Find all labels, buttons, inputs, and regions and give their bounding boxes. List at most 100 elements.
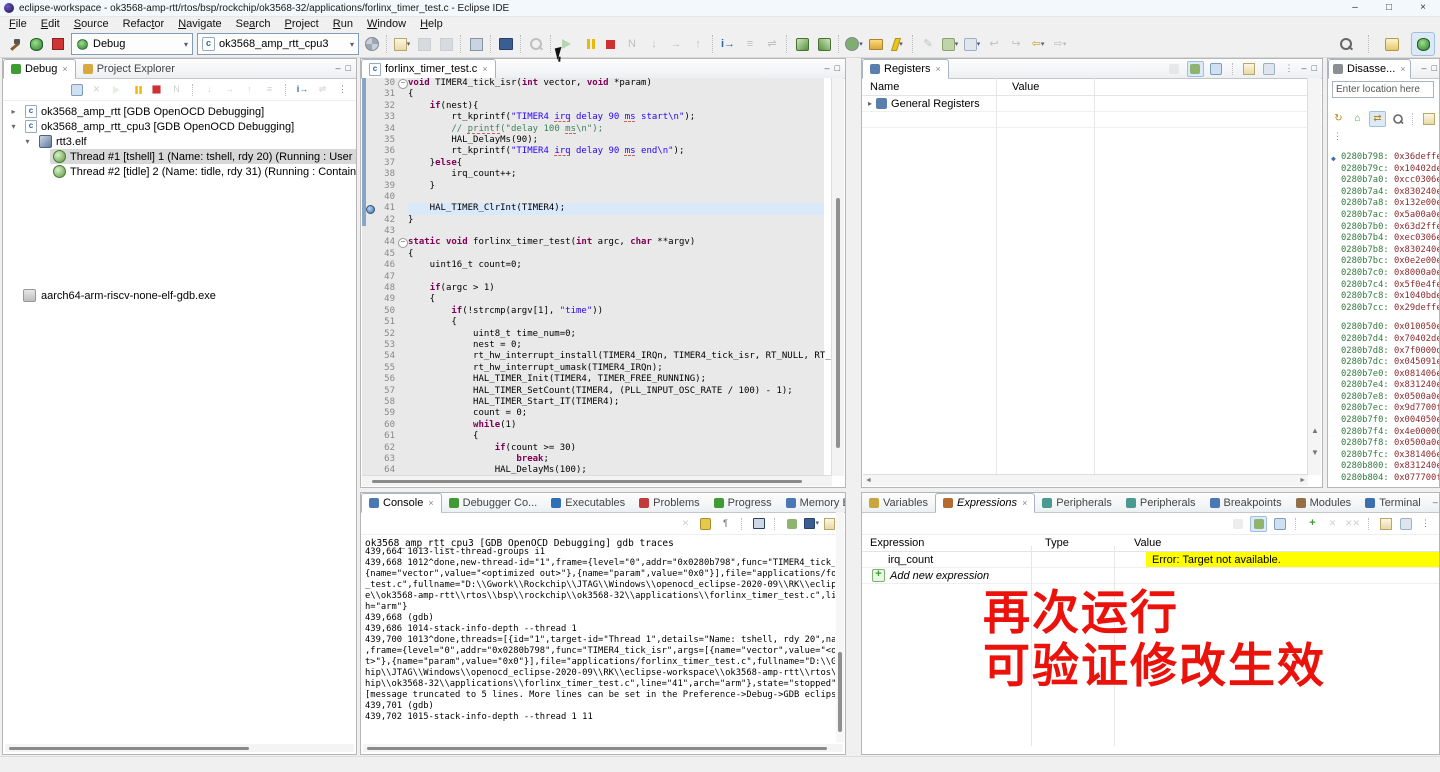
code-line[interactable]: 42}: [362, 214, 824, 227]
tab-memory-brow[interactable]: Memory Brow...: [779, 493, 845, 512]
open-console-button[interactable]: [495, 33, 517, 55]
disassembly-listing[interactable]: ◆0280b798: 0x36deffea0280b79c: 0x10402de…: [1331, 152, 1439, 487]
disassembly-row[interactable]: 0280b7e4: 0x831240e3: [1331, 380, 1439, 392]
breakpoint-ruler[interactable]: [366, 283, 374, 294]
scroll-right-icon[interactable]: ►: [1299, 477, 1306, 484]
disassembly-row[interactable]: 0280b800: 0x831240e3: [1331, 461, 1439, 473]
breakpoint-ruler[interactable]: [366, 397, 374, 408]
column-header-value[interactable]: Value: [1004, 81, 1039, 93]
breakpoint-ruler[interactable]: [366, 408, 374, 419]
breakpoint-ruler[interactable]: [366, 351, 374, 362]
tab-expressions[interactable]: Expressions ×: [935, 493, 1036, 513]
breakpoint-ruler[interactable]: [366, 317, 374, 328]
use-step-filters-button[interactable]: ⇌: [761, 33, 783, 55]
menu-project[interactable]: Project: [278, 18, 326, 30]
breakpoint-icon[interactable]: [366, 205, 375, 215]
tab-terminal[interactable]: Terminal: [1358, 493, 1428, 512]
disassembly-row[interactable]: 0280b7f8: 0x0500a0e1: [1331, 438, 1439, 450]
code-line[interactable]: 58 HAL_TIMER_Start_IT(TIMER4);: [362, 396, 824, 409]
maximize-view-icon[interactable]: □: [346, 64, 351, 73]
breakpoint-ruler[interactable]: [366, 363, 374, 374]
breakpoint-ruler[interactable]: [366, 203, 375, 215]
save-button[interactable]: [413, 33, 435, 55]
disconnect-view-button[interactable]: N: [169, 83, 184, 97]
refresh-button[interactable]: ↻: [1331, 112, 1346, 126]
console-output[interactable]: 439,664 1013-list-thread-groups i1 439,66…: [365, 547, 835, 742]
suspend-button[interactable]: [577, 33, 599, 55]
tab-problems[interactable]: Problems: [632, 493, 706, 512]
hide-frames-button[interactable]: ≡: [739, 33, 761, 55]
tab-executables[interactable]: Executables: [544, 493, 632, 512]
track-expression-button[interactable]: [1390, 112, 1405, 126]
disassembly-row[interactable]: 0280b7a4: 0x830240e3: [1331, 187, 1439, 199]
column-header-name[interactable]: Name: [862, 81, 1004, 93]
home-button[interactable]: ⌂: [1350, 112, 1365, 126]
forward-history-button[interactable]: ⇨ ▾: [1049, 33, 1071, 55]
fold-collapse-icon[interactable]: −: [398, 238, 408, 249]
code-line[interactable]: 37 }else{: [362, 157, 824, 170]
tab-breakpoints[interactable]: Breakpoints: [1203, 493, 1289, 512]
sync-active-context-button[interactable]: ⇄: [1369, 111, 1386, 127]
code-line[interactable]: 41 HAL_TIMER_ClrInt(TIMER4);: [362, 203, 824, 215]
instruction-stepping-button[interactable]: i→: [717, 33, 739, 55]
code-line[interactable]: 63 break;: [362, 453, 824, 466]
add-expression-button[interactable]: +: [1305, 517, 1320, 531]
tab-registers[interactable]: Registers ×: [862, 59, 949, 79]
step-into-button[interactable]: ↓: [643, 33, 665, 55]
terminate-view-button[interactable]: [149, 83, 164, 97]
code-line[interactable]: 31 {: [362, 89, 824, 101]
maximize-view-icon[interactable]: □: [1432, 64, 1437, 73]
collapse-all-button[interactable]: [69, 83, 84, 97]
close-icon[interactable]: ×: [1400, 64, 1405, 74]
close-icon[interactable]: ×: [1022, 498, 1027, 508]
collapse-all-button[interactable]: [1209, 62, 1224, 76]
column-header-value[interactable]: Value: [1128, 537, 1161, 549]
add-expression-row[interactable]: + Add new expression: [862, 568, 1439, 584]
code-line[interactable]: 30− void TIMER4_tick_isr(int vector, void…: [362, 78, 824, 90]
expression-row[interactable]: irq_count Error: Target not available.: [862, 552, 1439, 568]
disassembly-row[interactable]: 0280b7c8: 0x1040bde8: [1331, 291, 1439, 303]
breakpoint-ruler[interactable]: [366, 340, 374, 351]
view-menu-button[interactable]: ⋮: [1418, 517, 1433, 531]
code-line[interactable]: 62 if(count >= 30): [362, 442, 824, 454]
tab-progress[interactable]: Progress: [707, 493, 779, 512]
remove-expression-button[interactable]: ✕: [1325, 517, 1340, 531]
disassembly-row[interactable]: 0280b7cc: 0x29deffea: [1331, 303, 1439, 315]
code-line[interactable]: 51 {: [362, 317, 824, 329]
close-icon[interactable]: ×: [428, 498, 433, 508]
code-line[interactable]: 32 if(nest){: [362, 100, 824, 113]
editor-horizontal-scrollbar[interactable]: [362, 475, 832, 486]
code-line[interactable]: 40: [362, 191, 824, 204]
breakpoint-ruler[interactable]: [366, 420, 374, 431]
tab-console[interactable]: Console ×: [361, 493, 442, 513]
coverage-button[interactable]: ▾: [939, 33, 961, 55]
disassembly-row[interactable]: 0280b79c: 0x10402de9: [1331, 164, 1439, 176]
save-all-button[interactable]: [435, 33, 457, 55]
breakpoint-ruler[interactable]: [366, 135, 374, 146]
disassembly-row[interactable]: 0280b7f0: 0x004050e2: [1331, 415, 1439, 427]
display-selected-console-button[interactable]: ▾: [804, 517, 819, 531]
code-line[interactable]: 47: [362, 271, 824, 284]
code-line[interactable]: 49 {: [362, 294, 824, 306]
menu-run[interactable]: Run: [326, 18, 360, 30]
breakpoint-ruler[interactable]: [366, 374, 374, 385]
drop-to-frame-button[interactable]: ≡: [262, 83, 277, 97]
code-line[interactable]: 35 HAL_DelayMs(90);: [362, 134, 824, 147]
expander-icon[interactable]: ▸: [868, 99, 872, 108]
expander-icon[interactable]: ▾: [9, 122, 18, 131]
scrollbar-thumb[interactable]: [838, 652, 842, 732]
code-line[interactable]: 59 count = 0;: [362, 408, 824, 420]
layout-button[interactable]: [1186, 60, 1204, 77]
external-tools-button[interactable]: ▾: [887, 33, 909, 55]
expander-icon[interactable]: ▾: [23, 137, 32, 146]
search-toolbar-button[interactable]: [1335, 33, 1357, 55]
tree-item[interactable]: ▸ c ok3568_amp_rtt [GDB OpenOCD Debugging]: [3, 104, 356, 119]
minimize-view-icon[interactable]: –: [336, 64, 341, 73]
breakpoint-ruler[interactable]: [366, 158, 374, 169]
step-over-view-button[interactable]: →: [222, 83, 237, 97]
annotation-nav-button[interactable]: ▾: [961, 33, 983, 55]
breakpoint-ruler[interactable]: [366, 112, 374, 123]
breakpoint-ruler[interactable]: [366, 146, 374, 157]
breakpoint-ruler[interactable]: [366, 454, 374, 465]
mark-occurrences-button[interactable]: ✎: [917, 33, 939, 55]
